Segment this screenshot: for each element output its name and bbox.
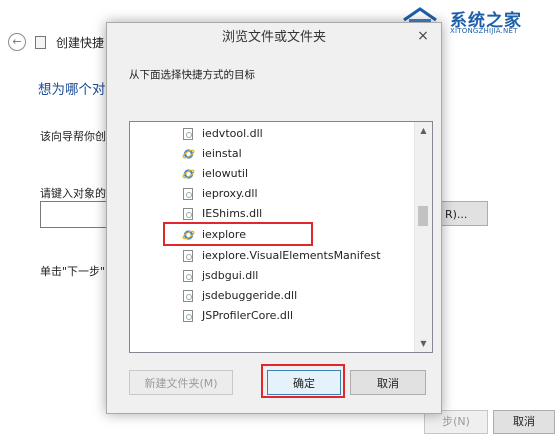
logo-subtext: XITONGZHIJIA.NET — [450, 27, 518, 35]
ie-icon — [182, 169, 195, 179]
dll-file-icon — [183, 250, 193, 262]
wizard-cancel-button[interactable]: 取消 — [493, 410, 555, 434]
dll-file-icon — [183, 310, 193, 322]
dll-file-icon — [183, 188, 193, 200]
list-item-label: JSProfilerCore.dll — [202, 309, 294, 322]
list-item-label: IEShims.dll — [202, 207, 263, 220]
list-item-label: iexplore.VisualElementsManifest — [202, 249, 381, 262]
dialog-instruction: 从下面选择快捷方式的目标 — [129, 69, 255, 81]
dll-file-icon — [183, 270, 193, 282]
list-item-label: ieproxy.dll — [202, 187, 258, 200]
shortcut-file-icon — [35, 36, 46, 49]
location-prompt: 请键入对象的 — [40, 187, 106, 200]
dialog-title: 浏览文件或文件夹 — [221, 30, 326, 45]
highlight-iexplore-box — [163, 222, 313, 246]
browse-button[interactable]: R)... — [440, 201, 488, 226]
list-item-label: ielowutil — [202, 167, 249, 180]
list-item-label: jsdbgui.dll — [202, 269, 259, 282]
list-item-label: jsdebuggeride.dll — [202, 289, 298, 302]
wizard-description: 该向导帮你创 — [40, 130, 106, 143]
ie-icon — [182, 149, 195, 159]
scroll-up-arrow-icon[interactable]: ▲ — [415, 122, 432, 139]
dialog-titlebar: 浏览文件或文件夹 × — [107, 23, 441, 53]
list-item-label: iedvtool.dll — [202, 127, 263, 140]
back-arrow-icon[interactable]: ← — [8, 33, 26, 51]
browse-dialog: 浏览文件或文件夹 × 从下面选择快捷方式的目标 iedvtool.dll iei… — [106, 22, 442, 414]
scrollbar-thumb[interactable] — [418, 206, 428, 226]
new-folder-button[interactable]: 新建文件夹(M) — [129, 370, 233, 395]
dialog-cancel-button[interactable]: 取消 — [350, 370, 426, 395]
location-input[interactable] — [40, 201, 112, 228]
next-hint: 单击"下一步" — [40, 265, 106, 278]
wizard-heading: 想为哪个对 — [38, 82, 106, 98]
vertical-scrollbar[interactable]: ▲ ▼ — [414, 122, 432, 352]
dll-file-icon — [183, 290, 193, 302]
dll-file-icon — [183, 208, 193, 220]
close-icon[interactable]: × — [411, 23, 435, 49]
list-item-label: ieinstal — [202, 147, 242, 160]
dll-file-icon — [183, 128, 193, 140]
wizard-title: 创建快捷 — [56, 36, 105, 50]
scroll-down-arrow-icon[interactable]: ▼ — [415, 335, 432, 352]
highlight-ok-box — [261, 364, 345, 398]
